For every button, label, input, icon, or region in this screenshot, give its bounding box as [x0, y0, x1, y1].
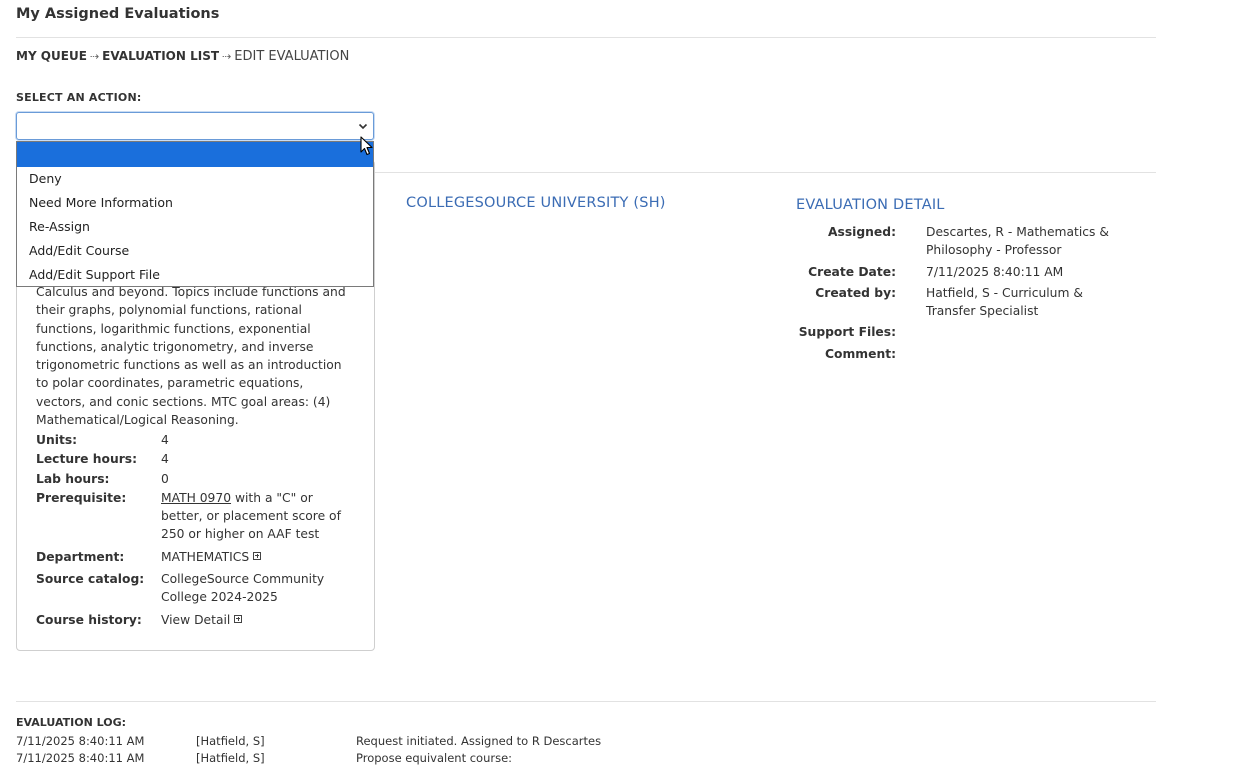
breadcrumb-current: EDIT EVALUATION [234, 49, 350, 64]
log-time: 7/11/2025 8:40:11 AM [16, 734, 145, 748]
course-history-value: View Detail [161, 611, 356, 629]
create-date-value: 7/11/2025 8:40:11 AM [926, 264, 1064, 279]
lab-hours-label: Lab hours: [36, 471, 110, 486]
log-message: Propose equivalent course: [356, 751, 513, 765]
course-properties: Units: 4 Lecture hours: 4 Lab hours: 0 P… [36, 431, 361, 630]
action-option-re-assign[interactable]: Re-Assign [17, 215, 373, 239]
action-label: SELECT AN ACTION: [16, 91, 142, 104]
action-option-need-more-information[interactable]: Need More Information [17, 191, 373, 215]
evaluation-detail: Assigned: Descartes, R - Mathematics & P… [796, 223, 1136, 366]
chevron-down-icon [358, 123, 368, 130]
lecture-hours-label: Lecture hours: [36, 452, 138, 467]
source-catalog-value: CollegeSource Community College 2024-202… [161, 572, 325, 605]
comment-label: Comment: [825, 346, 896, 361]
log-user: [Hatfield, S] [196, 751, 265, 765]
assigned-label: Assigned: [828, 225, 896, 239]
action-option-blank[interactable] [17, 142, 373, 167]
action-dropdown-list: Deny Need More Information Re-Assign Add… [16, 141, 374, 287]
breadcrumb-my-queue[interactable]: MY QUEUE [16, 49, 87, 63]
evaluation-detail-title: EVALUATION DETAIL [796, 197, 945, 213]
created-by-value: Hatfield, S - Curriculum & Transfer Spec… [926, 285, 1083, 319]
department-name: MATHEMATICS [161, 549, 250, 564]
create-date-label: Create Date: [808, 264, 896, 279]
breadcrumb-separator-icon: ⇢ [222, 50, 232, 63]
created-by-label: Created by: [815, 285, 896, 300]
action-option-add-edit-course[interactable]: Add/Edit Course [17, 239, 373, 263]
evaluation-log-label: EVALUATION LOG: [16, 716, 127, 729]
units-label: Units: [36, 433, 78, 447]
breadcrumb-separator-icon: ⇢ [89, 50, 100, 63]
action-select[interactable] [16, 112, 374, 140]
units-value: 4 [161, 433, 169, 447]
log-user: [Hatfield, S] [196, 734, 265, 748]
assigned-value: Descartes, R - Mathematics & Philosophy … [926, 225, 1109, 258]
divider [16, 701, 1156, 702]
source-catalog-label: Source catalog: [36, 572, 145, 587]
divider [16, 37, 1156, 38]
action-option-add-edit-support-file[interactable]: Add/Edit Support File [17, 263, 373, 287]
lab-hours-value: 0 [161, 471, 169, 486]
expand-plus-icon[interactable] [234, 614, 243, 623]
university-title: COLLEGESOURCE UNIVERSITY (SH) [406, 195, 666, 211]
department-label: Department: [36, 549, 125, 564]
course-description: Calculus and beyond. Topics include func… [36, 285, 346, 428]
support-files-label: Support Files: [798, 325, 896, 340]
mouse-cursor-icon [360, 136, 373, 156]
breadcrumb-evaluation-list[interactable]: EVALUATION LIST [102, 49, 219, 63]
department-value: MATHEMATICS [161, 548, 356, 566]
page-title: My Assigned Evaluations [16, 6, 220, 22]
view-detail-link[interactable]: View Detail [161, 613, 230, 627]
log-time: 7/11/2025 8:40:11 AM [16, 751, 145, 765]
action-option-deny[interactable]: Deny [17, 167, 373, 191]
support-files-value [926, 323, 1126, 341]
log-message: Request initiated. Assigned to R Descart… [356, 734, 602, 748]
lecture-hours-value: 4 [161, 452, 169, 467]
course-history-label: Course history: [36, 612, 142, 627]
prerequisite-course-link[interactable]: MATH 0970 [161, 491, 231, 505]
prerequisite-label: Prerequisite: [36, 490, 127, 505]
prerequisite-value: MATH 0970 with a "C" or better, or place… [161, 489, 356, 544]
comment-value [926, 345, 1126, 363]
breadcrumb: MY QUEUE ⇢ EVALUATION LIST ⇢ EDIT EVALUATION [16, 49, 349, 64]
expand-plus-icon[interactable] [253, 551, 262, 560]
